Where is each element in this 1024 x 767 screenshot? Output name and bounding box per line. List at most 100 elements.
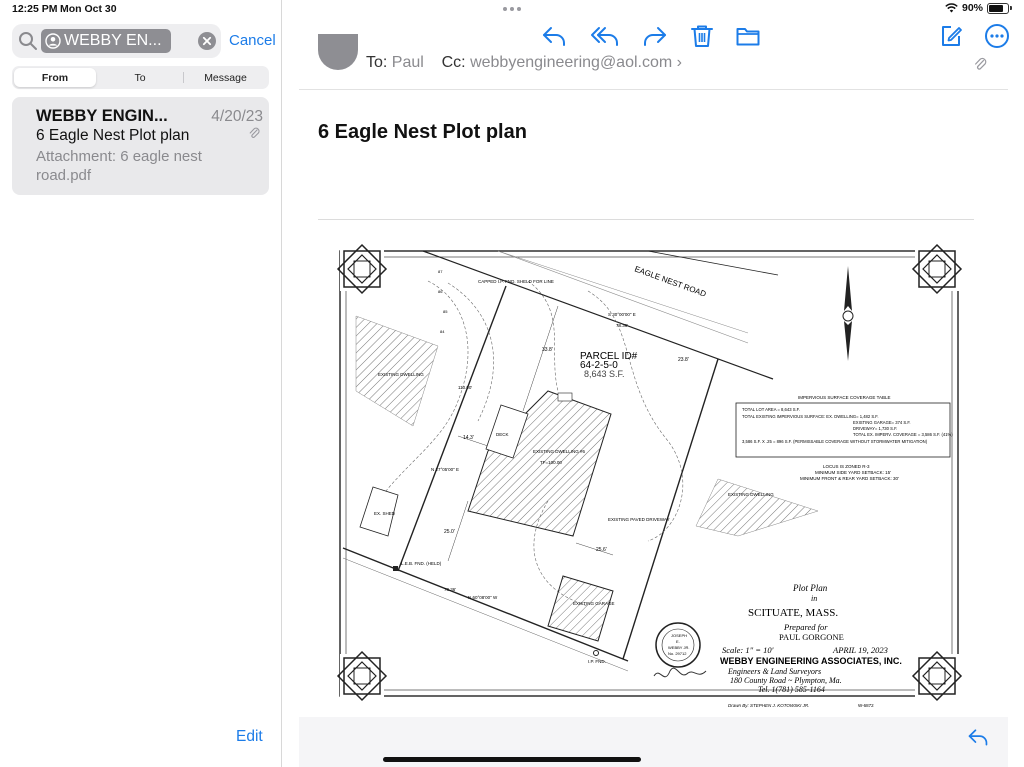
attachment-icon: [975, 57, 987, 70]
message-list-item[interactable]: WEBBY ENGIN... 4/20/23 6 Eagle Nest Plot…: [12, 97, 269, 195]
reply-icon[interactable]: [967, 726, 989, 748]
engineer-seal: JOSEPH E. WEBBY JR. No. 29712: [655, 622, 701, 668]
to-label: To:: [366, 54, 388, 71]
table-line-1: TOTAL LOT AREA = 8,643 S.F.: [742, 407, 800, 412]
more-icon[interactable]: [984, 23, 1010, 49]
home-indicator[interactable]: [383, 757, 641, 762]
title-5: PAUL GORGONE: [779, 632, 844, 642]
reply-icon[interactable]: [541, 23, 567, 49]
dwelling-left-label: EXISTING DWELLING: [378, 372, 424, 377]
zone-line-1: LOCUS IS ZONED R-3: [823, 464, 870, 469]
dim-1: 14.3': [463, 435, 474, 441]
seal-line-1: JOSEPH: [671, 633, 687, 638]
recipients-line[interactable]: To: Paul Cc: webbyengineering@aol.com ›: [366, 54, 682, 72]
company-sub-2: 180 County Road ~ Plympton, Ma.: [730, 676, 842, 685]
deck-label: DECK: [496, 432, 509, 437]
dim-4: 25.0': [444, 529, 455, 535]
search-token-label: WEBBY EN...: [64, 32, 162, 49]
forward-icon[interactable]: [642, 23, 668, 49]
search-icon: [19, 32, 37, 50]
leb-label: L.E.B. FND. (HELD): [401, 561, 442, 566]
compose-icon[interactable]: [938, 23, 964, 49]
battery-nub: [1010, 6, 1012, 10]
status-date: Mon Oct 30: [60, 3, 117, 15]
attachment-icon: [249, 127, 260, 138]
scope-from[interactable]: From: [14, 68, 96, 87]
wifi-icon: [945, 3, 958, 13]
clear-icon[interactable]: [198, 32, 216, 50]
person-icon: [45, 33, 61, 49]
parcel-area: 8,643 S.F.: [584, 369, 625, 379]
tf-label: TF=100.00: [540, 460, 562, 465]
seal-line-2: E.: [676, 639, 680, 644]
folder-icon[interactable]: [735, 23, 761, 49]
dist-left: 110.00': [458, 385, 472, 390]
multitasking-dots[interactable]: [503, 7, 521, 11]
message-preview: Attachment: 6 eagle nest road.pdf: [36, 148, 202, 184]
message-date: 4/20/23: [211, 108, 263, 125]
dwelling-main-label: EXISTING DWELLING #6: [533, 449, 586, 454]
avatar: [318, 34, 358, 70]
table-line-6: 3,586 S.F. X .25 = 896 S.F. (PERMISSABLE…: [742, 439, 928, 444]
table-line-2: TOTAL EXISTING IMPERVIOUS SURFACE: EX. D…: [742, 414, 879, 419]
battery-icon: [987, 2, 1009, 14]
bearing-bottom: N 60°08'00" W: [468, 595, 498, 600]
signature: [653, 667, 707, 678]
dim-5: 23.8': [678, 357, 689, 363]
company-sub-1: Engineers & Land Surveyors: [727, 667, 821, 676]
header-divider: [299, 89, 1008, 90]
dwelling-right-label: EXISTING DWELLING: [728, 492, 774, 497]
bearing-top: S 30°00'00" E: [608, 312, 636, 317]
attachment-preview[interactable]: EAGLE NEST ROAD EXISTING DWELLING EXISTI…: [318, 221, 974, 717]
trash-icon[interactable]: [689, 23, 715, 49]
zone-line-3: MINIMUM FRONT & REAR YARD SETBACK: 30': [800, 476, 899, 481]
cc-recipient[interactable]: webbyengineering@aol.com: [470, 54, 672, 71]
scope-message[interactable]: Message: [184, 68, 267, 87]
battery-percent: 90%: [961, 2, 983, 14]
title-2: in: [811, 594, 817, 603]
battery-fill: [989, 4, 1003, 12]
scope-to[interactable]: To: [98, 68, 182, 87]
dim-3: 33.8': [542, 347, 553, 353]
plan-date: APRIL 19, 2023: [832, 645, 888, 655]
to-recipient[interactable]: Paul: [392, 54, 424, 71]
dist-top: 78.36': [616, 323, 628, 328]
edit-button[interactable]: Edit: [236, 728, 263, 746]
table-line-4: DRIVEWAY= 1,730 S.F.: [853, 426, 897, 431]
driveway-label: EXISTING PAVED DRIVEWAY: [608, 517, 670, 522]
search-token[interactable]: WEBBY EN...: [41, 29, 171, 53]
table-line-5: TOTAL EX. IMPERV. COVERAGE = 3,586 S.F. …: [853, 432, 953, 437]
contour-87: 87: [438, 269, 443, 274]
title-4: Prepared for: [783, 622, 828, 632]
shed-label: EX. SHED: [374, 511, 396, 516]
reply-all-icon[interactable]: [590, 23, 620, 49]
table-line-3: EXISTING GARAGE= 374 S.F.: [853, 420, 911, 425]
bearing-left: N 27°05'00" E: [431, 467, 459, 472]
company-name: WEBBY ENGINEERING ASSOCIATES, INC.: [720, 656, 902, 666]
seal-line-4: No. 29712: [668, 651, 687, 656]
chevron-right-icon[interactable]: ›: [677, 54, 682, 71]
road-label: EAGLE NEST ROAD: [633, 264, 707, 298]
email-subject: 6 Eagle Nest Plot plan: [318, 121, 527, 143]
title-3: SCITUATE, MASS.: [748, 607, 838, 619]
company-tel: Tel. 1(781) 585-1164: [758, 685, 825, 694]
plot-plan-drawing: EAGLE NEST ROAD EXISTING DWELLING EXISTI…: [337, 244, 962, 708]
search-field[interactable]: WEBBY EN...: [12, 24, 221, 58]
status-indicators: 90%: [945, 2, 1012, 14]
dim-2: 25.6': [596, 547, 607, 553]
search-scope-control: From To Message: [12, 66, 269, 89]
message-list-sidebar: 12:25 PM Mon Oct 30 WEBBY EN... Cancel F…: [0, 0, 282, 767]
cc-label: Cc:: [441, 54, 466, 71]
job-number: W-6872: [858, 703, 874, 708]
contour-86: 86: [438, 289, 443, 294]
status-time: 12:25 PM: [12, 3, 58, 15]
message-sender: WEBBY ENGIN...: [36, 107, 168, 125]
dist-bottom: 78.36': [444, 587, 456, 592]
seal-line-3: WEBBY JR.: [668, 645, 690, 650]
drawn-by: Drawn By: STEPHEN J. KOTOWSKI JR.: [728, 703, 809, 708]
attachment-top-rule: [318, 219, 974, 220]
table-title: IMPERVIOUS SURFACE COVERAGE TABLE: [798, 395, 891, 400]
cancel-button[interactable]: Cancel: [229, 32, 276, 49]
message-subject: 6 Eagle Nest Plot plan: [36, 127, 190, 144]
contour-85: 85: [443, 309, 448, 314]
